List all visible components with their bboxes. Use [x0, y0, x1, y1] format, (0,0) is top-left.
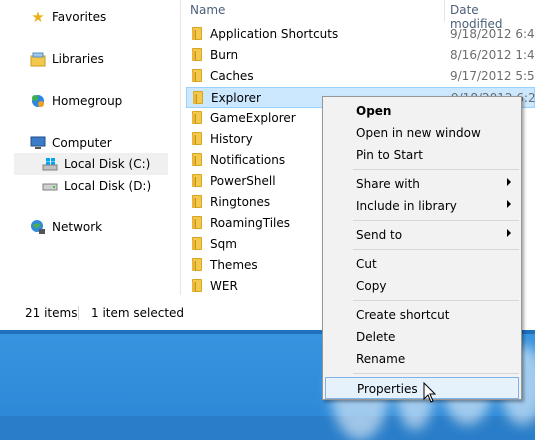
network-icon — [30, 219, 46, 235]
nav-computer-label: Computer — [52, 136, 112, 150]
menu-delete[interactable]: Delete — [325, 326, 519, 348]
folder-icon — [191, 278, 203, 292]
file-name: Caches — [210, 69, 254, 83]
column-header-name[interactable]: Name — [190, 3, 225, 17]
windows-drive-icon — [42, 156, 58, 172]
menu-copy[interactable]: Copy — [325, 275, 519, 297]
file-name: Themes — [210, 258, 258, 272]
file-name: Application Shortcuts — [210, 27, 339, 41]
folder-icon — [191, 215, 203, 229]
menu-rename[interactable]: Rename — [325, 348, 519, 370]
folder-icon — [191, 173, 203, 187]
selection-count: 1 item selected — [91, 306, 185, 320]
item-count: 21 items — [25, 306, 78, 320]
file-row[interactable]: Caches 9/17/2012 5:50 P — [186, 66, 535, 87]
nav-local-disk-d-label: Local Disk (D:) — [64, 179, 152, 193]
folder-icon — [191, 110, 203, 124]
menu-separator — [353, 220, 519, 221]
folder-icon — [191, 26, 203, 40]
mouse-pointer-icon — [423, 382, 437, 403]
nav-local-disk-c-label: Local Disk (C:) — [64, 157, 151, 171]
nav-homegroup-label: Homegroup — [52, 94, 123, 108]
file-name: History — [210, 132, 253, 146]
status-divider — [78, 306, 79, 320]
menu-create-shortcut[interactable]: Create shortcut — [325, 304, 519, 326]
file-row[interactable]: Application Shortcuts 9/18/2012 6:4 — [186, 24, 535, 45]
menu-send-to[interactable]: Send to — [325, 224, 519, 246]
file-row[interactable]: Burn 8/16/2012 1:41 P — [186, 45, 535, 66]
file-date: 8/16/2012 1:41 P — [450, 48, 535, 62]
nav-network-label: Network — [52, 220, 103, 234]
nav-network[interactable]: Network — [30, 217, 102, 237]
folder-icon — [191, 47, 203, 61]
folder-icon — [191, 152, 203, 166]
file-name: PowerShell — [210, 174, 276, 188]
submenu-arrow-icon — [507, 229, 511, 237]
file-date: 9/18/2012 6:4 — [450, 27, 535, 41]
file-name: Notifications — [210, 153, 286, 167]
file-name: Ringtones — [210, 195, 271, 209]
nav-homegroup[interactable]: Homegroup — [30, 91, 122, 111]
menu-pin-to-start[interactable]: Pin to Start — [325, 144, 519, 166]
computer-icon — [30, 135, 46, 151]
menu-separator — [353, 300, 519, 301]
submenu-arrow-icon — [507, 200, 511, 208]
menu-separator — [353, 169, 519, 170]
nav-local-disk-c[interactable]: Local Disk (C:) — [14, 153, 168, 175]
menu-cut[interactable]: Cut — [325, 253, 519, 275]
file-name: RoamingTiles — [210, 216, 291, 230]
menu-properties[interactable]: Properties — [325, 377, 519, 399]
file-name: WER — [210, 279, 238, 293]
column-divider[interactable] — [444, 0, 445, 22]
file-name: Burn — [210, 48, 239, 62]
folder-icon — [192, 90, 204, 104]
nav-local-disk-d[interactable]: Local Disk (D:) — [14, 175, 168, 197]
context-menu: Open Open in new window Pin to Start Sha… — [322, 96, 522, 400]
menu-separator — [353, 373, 519, 374]
folder-icon — [191, 236, 203, 250]
submenu-arrow-icon — [507, 178, 511, 186]
homegroup-icon — [30, 93, 46, 109]
menu-open-new-window[interactable]: Open in new window — [325, 122, 519, 144]
menu-separator — [353, 249, 519, 250]
navigation-pane: ★ Favorites Libraries Homegroup Computer — [0, 0, 180, 295]
file-name: Explorer — [211, 91, 261, 105]
menu-share-with[interactable]: Share with — [325, 173, 519, 195]
file-name: Sqm — [210, 237, 237, 251]
drive-icon — [42, 178, 58, 194]
file-name: GameExplorer — [210, 111, 296, 125]
nav-favorites[interactable]: ★ Favorites — [30, 7, 106, 27]
star-icon: ★ — [31, 8, 45, 26]
folder-icon — [191, 68, 203, 82]
nav-libraries[interactable]: Libraries — [30, 49, 104, 69]
file-date: 9/17/2012 5:50 P — [450, 69, 535, 83]
menu-open[interactable]: Open — [325, 100, 519, 122]
nav-libraries-label: Libraries — [52, 52, 104, 66]
folder-icon — [191, 257, 203, 271]
folder-icon — [191, 131, 203, 145]
menu-include-in-library[interactable]: Include in library — [325, 195, 519, 217]
nav-computer[interactable]: Computer — [30, 133, 112, 153]
libraries-icon — [30, 51, 46, 67]
folder-icon — [191, 194, 203, 208]
pane-splitter[interactable] — [180, 0, 181, 295]
nav-favorites-label: Favorites — [52, 10, 107, 24]
